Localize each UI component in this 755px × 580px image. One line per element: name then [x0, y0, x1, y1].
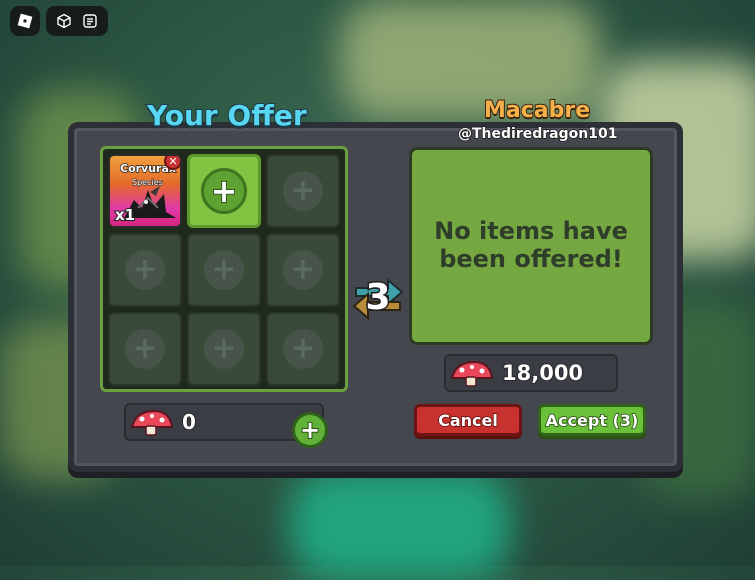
empty-offer-slot[interactable]: + — [108, 312, 182, 386]
partner-name: Macabre — [483, 97, 591, 124]
plus-icon: + — [125, 329, 165, 369]
empty-offer-slot[interactable]: + — [187, 233, 261, 307]
roblox-menu-button[interactable] — [10, 6, 40, 36]
empty-offer-slot[interactable]: + — [266, 154, 340, 228]
empty-offer-slot[interactable]: + — [266, 233, 340, 307]
partner-currency-amount: 18,000 — [501, 360, 584, 386]
chat-button[interactable] — [77, 8, 103, 34]
partner-offer-area: No items have been offered! — [409, 147, 653, 345]
item-quantity: x1 — [114, 205, 136, 225]
empty-offer-slot[interactable]: + — [187, 312, 261, 386]
plus-icon: + — [204, 250, 244, 290]
accept-button[interactable]: Accept (3) — [538, 404, 646, 436]
plus-icon: + — [125, 250, 165, 290]
partner-currency-display: 18,000 — [444, 354, 618, 392]
trade-countdown: 3 — [352, 272, 404, 322]
plus-icon: + — [283, 171, 323, 211]
plus-icon: + — [299, 416, 321, 444]
background-blur — [290, 470, 510, 580]
chat-icon — [83, 14, 97, 28]
plus-icon: + — [204, 329, 244, 369]
mushroom-icon — [130, 409, 174, 436]
partner-handle: @Thediredragon101 — [457, 125, 618, 143]
roblox-toolbar — [46, 6, 108, 36]
plus-icon: + — [283, 250, 323, 290]
add-currency-button[interactable]: + — [292, 412, 328, 448]
no-items-message: No items have been offered! — [434, 217, 628, 273]
offer-slot-item[interactable]: Corvurax Species x1 ✕ — [108, 154, 182, 228]
close-icon: ✕ — [168, 154, 178, 168]
item-subtitle: Species — [132, 178, 164, 188]
empty-offer-slot[interactable]: + — [108, 233, 182, 307]
remove-item-button[interactable]: ✕ — [164, 154, 180, 170]
plus-icon: + — [283, 329, 323, 369]
cube-icon — [57, 13, 71, 29]
roblox-logo-icon — [17, 13, 33, 29]
cancel-button[interactable]: Cancel — [414, 404, 522, 436]
selfie-view-button[interactable] — [51, 8, 77, 34]
empty-offer-slot[interactable]: + — [266, 312, 340, 386]
your-offer-grid: Corvurax Species x1 ✕ + + + + + + + + — [100, 146, 348, 392]
countdown-number: 3 — [364, 275, 392, 319]
add-item-slot[interactable]: + — [187, 154, 261, 228]
plus-icon: + — [201, 168, 247, 214]
mushroom-icon — [450, 360, 494, 387]
your-offer-title: Your Offer — [146, 98, 308, 133]
your-currency-amount: 0 — [181, 409, 196, 435]
